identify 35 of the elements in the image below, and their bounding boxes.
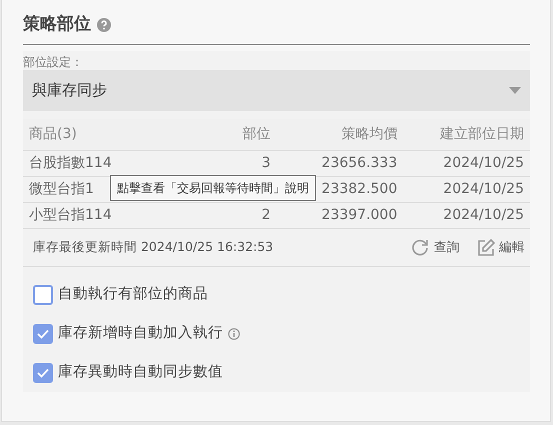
help-icon[interactable] (97, 18, 111, 32)
table-cell: 3 (262, 155, 270, 171)
column-header: 商品(3) (29, 126, 77, 142)
table-cell: 2 (262, 207, 270, 223)
field-label: 部位設定： (23, 54, 84, 70)
table-cell: 23397.000 (322, 207, 398, 223)
table-cell: 小型台指114 (29, 207, 112, 223)
checkbox-label: 自動執行有部位的商品 (58, 284, 208, 304)
caret-icon (509, 86, 521, 94)
checkbox[interactable] (33, 284, 53, 304)
table-cell: 2024/10/25 (443, 181, 524, 197)
table-cell: 2024/10/25 (443, 207, 524, 223)
table-cell: 微型台指1 (29, 181, 94, 197)
check-icon (37, 328, 49, 338)
info-icon[interactable] (228, 328, 240, 340)
table-cell: 2024/10/25 (443, 155, 524, 171)
checkbox-label: 庫存新增時自動加入執行 (58, 324, 223, 343)
table-cell: 台股指數114 (29, 155, 112, 171)
edit-icon (476, 238, 495, 257)
check-icon (37, 368, 49, 378)
column-header: 策略均價 (341, 126, 398, 142)
refresh-icon (411, 238, 430, 257)
table-cell: 23656.333 (322, 155, 398, 171)
checkbox[interactable] (33, 362, 53, 382)
checkbox[interactable] (33, 324, 53, 344)
column-header: 建立部位日期 (440, 126, 524, 142)
table-cell: 23382.500 (322, 181, 398, 197)
sync-dropdown[interactable]: 與庫存同步 (23, 70, 530, 110)
checkbox-label: 庫存異動時自動同步數值 (58, 362, 223, 382)
tooltip: 點擊查看「交易回報等待時間」說明 (110, 174, 316, 200)
refresh-button[interactable]: 查詢 (411, 238, 460, 257)
update-time: 庫存最後更新時間 2024/10/25 16:32:53 (33, 238, 274, 256)
edit-button[interactable]: 編輯 (476, 238, 525, 257)
column-header: 部位 (242, 126, 270, 142)
section-title: 策略部位 (23, 13, 91, 36)
